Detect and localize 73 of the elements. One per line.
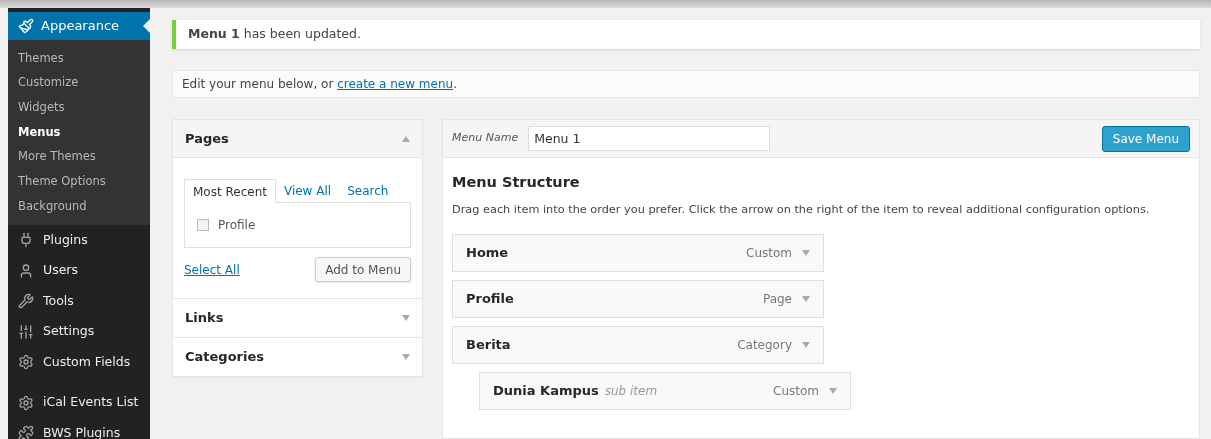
paintbrush-icon bbox=[18, 18, 34, 34]
sidebar-label: Appearance bbox=[41, 17, 120, 36]
section-heading: Menu Structure bbox=[452, 173, 581, 192]
submenu-item[interactable]: Widgets bbox=[8, 95, 150, 121]
edit-text: Edit your menu below, or bbox=[182, 75, 335, 93]
user-icon bbox=[18, 262, 34, 279]
sidebar-item[interactable]: BWS Plugins bbox=[8, 417, 150, 439]
checkbox[interactable] bbox=[197, 219, 209, 231]
submenu-item[interactable]: Themes bbox=[8, 46, 150, 71]
sidebar-item[interactable]: Plugins bbox=[8, 224, 150, 256]
sidebar-item[interactable]: iCal Events List bbox=[8, 387, 150, 418]
menu-item-type: Category bbox=[737, 336, 792, 354]
tab[interactable]: Most Recent bbox=[184, 179, 276, 203]
expand-arrow-icon[interactable] bbox=[402, 315, 410, 321]
sidebar-item[interactable]: Custom Fields bbox=[8, 346, 150, 378]
menu-item[interactable]: Dunia Kampus sub item Custom bbox=[479, 371, 851, 410]
sidebar-label: Tools bbox=[43, 291, 74, 310]
period-text: . bbox=[453, 75, 457, 93]
menu-item-title: Profile bbox=[466, 289, 514, 308]
accordion-header[interactable]: Pages bbox=[173, 120, 422, 158]
menu-item-type: Custom bbox=[773, 382, 819, 400]
menu-item[interactable]: Berita Category bbox=[452, 325, 824, 364]
sidebar-item[interactable]: Appearance bbox=[8, 12, 150, 40]
option-label: Profile bbox=[218, 217, 256, 234]
submenu-item[interactable]: Background bbox=[8, 194, 150, 219]
menu-item-title: Home bbox=[466, 243, 509, 262]
submenu-item[interactable]: Customize bbox=[8, 70, 150, 96]
expand-arrow-icon[interactable] bbox=[802, 341, 810, 348]
submenu-item[interactable]: Menus bbox=[8, 120, 150, 145]
sidebar-label: Custom Fields bbox=[43, 352, 131, 371]
accordion-title: Pages bbox=[185, 129, 229, 148]
menu-item-type: Custom bbox=[746, 244, 792, 262]
sliders-icon bbox=[18, 323, 34, 340]
accordion-header[interactable]: Categories bbox=[173, 338, 422, 376]
accordion-header[interactable]: Links bbox=[173, 299, 422, 337]
tab[interactable]: View All bbox=[275, 179, 340, 203]
instructions: Drag each item into the order you prefer. Click the arrow on the right of the item to reveal additional configuration options. bbox=[452, 201, 1151, 218]
menu-name-field[interactable]: Menu 1 bbox=[528, 126, 771, 151]
current-pointer-icon bbox=[143, 19, 150, 33]
sidebar-item[interactable]: Users bbox=[8, 255, 150, 286]
sidebar-label: Users bbox=[43, 261, 78, 280]
plug-icon bbox=[18, 232, 34, 249]
notice-text: Menu 1 has been updated. bbox=[188, 24, 361, 43]
accordion-title: Links bbox=[185, 309, 224, 328]
select-all-link[interactable]: Select All bbox=[184, 260, 240, 279]
add-to-menu-button[interactable]: Add to Menu bbox=[315, 257, 411, 282]
gear-icon bbox=[18, 354, 34, 371]
submenu-item[interactable]: Theme Options bbox=[8, 169, 150, 195]
accordion-title: Categories bbox=[185, 348, 264, 367]
submenu-item[interactable]: More Themes bbox=[8, 144, 150, 170]
sidebar-label: iCal Events List bbox=[43, 393, 139, 412]
menu-item[interactable]: Profile Page bbox=[452, 279, 824, 318]
collapse-arrow-icon[interactable] bbox=[402, 135, 410, 142]
menu-item[interactable]: Home Custom bbox=[452, 233, 824, 272]
expand-arrow-icon[interactable] bbox=[802, 249, 810, 256]
sidebar-item[interactable]: Settings bbox=[8, 316, 150, 347]
menu-item-note: sub item bbox=[604, 382, 658, 400]
wrench-icon bbox=[18, 293, 34, 310]
expand-arrow-icon[interactable] bbox=[402, 354, 410, 360]
menu-item-type: Page bbox=[762, 290, 792, 308]
menu-item-title: Berita bbox=[466, 335, 511, 354]
sidebar-item[interactable]: Tools bbox=[8, 285, 150, 317]
expand-arrow-icon[interactable] bbox=[829, 387, 837, 394]
sidebar-label: BWS Plugins bbox=[43, 423, 121, 439]
sidebar-label: Settings bbox=[43, 322, 95, 341]
puzzle-icon bbox=[18, 425, 34, 439]
expand-arrow-icon[interactable] bbox=[802, 295, 810, 302]
menu-name-label: Menu Name bbox=[452, 130, 519, 147]
menu-item-title: Dunia Kampus bbox=[493, 381, 599, 400]
tab[interactable]: Search bbox=[339, 179, 397, 203]
gear-icon bbox=[18, 394, 34, 411]
create-menu-link[interactable]: create a new menu bbox=[337, 74, 454, 93]
sidebar-label: Plugins bbox=[43, 230, 88, 249]
